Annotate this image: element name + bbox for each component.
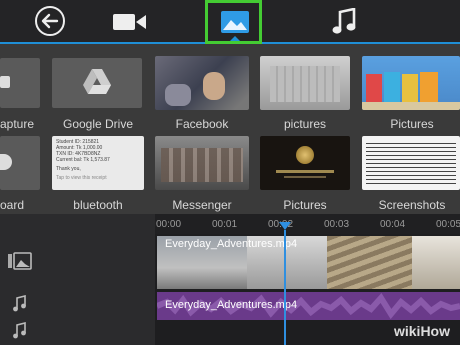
album-capture[interactable] [0, 58, 40, 108]
receipt-line: Tap to view this receipt [56, 175, 107, 181]
watermark: wikiHow [393, 323, 450, 339]
album-pictures-3[interactable] [260, 136, 350, 190]
receipt-line: Current bal: Tk 1,573.87 [56, 157, 110, 163]
ruler-tick: 00:03 [324, 219, 350, 230]
highlight-box [205, 0, 262, 44]
album-label: bluetooth [73, 198, 123, 212]
ruler-tick: 00:00 [156, 219, 182, 230]
video-camera-icon [113, 14, 146, 30]
media-gallery: apture Google Drive Facebook pictures Pi… [0, 44, 460, 214]
google-drive-icon [83, 69, 111, 94]
audio-track-2-icon [12, 321, 30, 340]
album-label: Facebook [175, 117, 229, 131]
album-label: Google Drive [62, 117, 134, 131]
receipt-text: Student ID: 215821 Amount: Tk 1,000.00 T… [56, 139, 110, 181]
audio-track-1-icon [12, 294, 30, 313]
clip-frame [327, 236, 412, 289]
playhead[interactable] [284, 230, 286, 345]
emblem-graphic [296, 146, 314, 164]
album-messenger[interactable] [155, 136, 249, 190]
album-google-drive[interactable] [52, 58, 142, 108]
playhead-handle[interactable] [279, 222, 291, 230]
video-clip-name: Everyday_Adventures.mp4 [165, 238, 298, 250]
beach-hut-yellow [402, 74, 418, 102]
album-pictures-1[interactable] [260, 56, 350, 110]
beach-hut-red [366, 74, 382, 102]
receipt-line: Thank you, [56, 166, 81, 172]
ruler-tick: 00:04 [380, 219, 406, 230]
album-bluetooth[interactable]: Student ID: 215821 Amount: Tk 1,000.00 T… [52, 136, 144, 190]
album-label: oard [0, 198, 25, 212]
person-photo [203, 72, 225, 100]
time-ruler[interactable] [155, 214, 460, 234]
sand [362, 102, 460, 110]
video-track-icon [8, 252, 32, 270]
back-button[interactable] [34, 5, 66, 37]
caption-line [284, 176, 326, 178]
caption-line [276, 170, 334, 173]
ruler-tick: 00:05 [436, 219, 460, 230]
clip-frame [412, 236, 460, 289]
album-label: apture [0, 117, 35, 131]
keyboard-icon [0, 154, 12, 170]
beach-hut-orange [420, 72, 438, 102]
album-screenshots[interactable] [362, 136, 460, 190]
music-tab[interactable] [332, 7, 356, 36]
music-note-icon [332, 7, 356, 34]
album-facebook[interactable] [155, 56, 249, 110]
photo-thumbnail [270, 66, 340, 102]
album-label: pictures [283, 117, 327, 131]
ruler-tick: 00:01 [212, 219, 238, 230]
camera-icon [0, 76, 10, 88]
text-screenshot [366, 140, 456, 186]
back-arrow-icon [35, 6, 65, 36]
album-label: Pictures [390, 117, 434, 131]
video-clip[interactable]: Everyday_Adventures.mp4 [157, 236, 460, 289]
album-label: Screenshots [378, 198, 446, 212]
album-label: Messenger [172, 198, 232, 212]
video-tab[interactable] [112, 11, 148, 33]
group-photo [161, 148, 243, 182]
album-pictures-2[interactable] [362, 56, 460, 110]
album-keyboard[interactable] [0, 136, 40, 190]
album-label: Pictures [283, 198, 327, 212]
audio-clip-name: Everyday_Adventures.mp4 [165, 299, 298, 311]
audio-clip[interactable]: Everyday_Adventures.mp4 [157, 292, 460, 320]
group-photo [165, 84, 191, 106]
beach-hut-blue [384, 72, 400, 102]
